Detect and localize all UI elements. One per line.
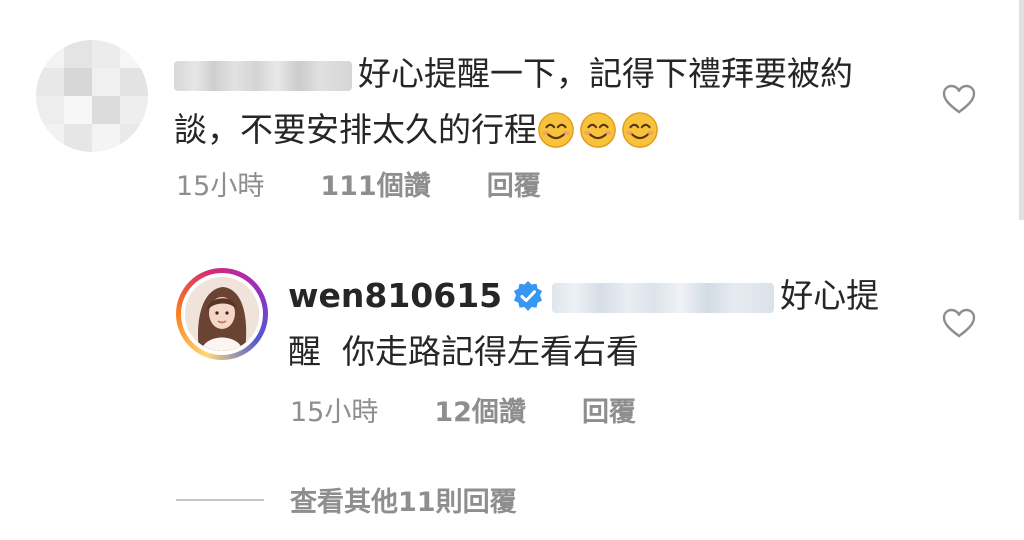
heart-outline-icon[interactable]	[942, 308, 976, 338]
reply-line-1: 好心提	[780, 276, 880, 315]
reply-timestamp: 15小時	[290, 397, 379, 428]
verified-badge-icon	[514, 281, 543, 311]
profile-photo	[185, 277, 259, 351]
smiling-face-emoji-icon	[622, 112, 658, 148]
comment-line-1: 好心提醒一下，記得下禮拜要被約	[358, 54, 853, 93]
mentioned-username-redacted[interactable]	[552, 282, 775, 313]
reply-button[interactable]: 回覆	[487, 171, 541, 202]
replier-avatar[interactable]	[176, 268, 268, 360]
divider-line	[176, 498, 264, 501]
comment-timestamp: 15小時	[176, 171, 265, 202]
reply-likes-count[interactable]: 12個讚	[434, 397, 526, 428]
comment-likes-count[interactable]: 111個讚	[320, 171, 430, 202]
commenter-username-redacted[interactable]	[174, 60, 352, 91]
view-more-label[interactable]: 查看其他11則回覆	[290, 480, 517, 519]
comment-meta: 15小時 111個讚 回覆	[176, 164, 541, 203]
reply-meta: 15小時 12個讚 回覆	[290, 390, 636, 429]
reply-body: wen810615 好心提 醒 你走路記得左看右看	[288, 268, 908, 380]
scrollbar[interactable]	[1019, 0, 1024, 220]
commenter-avatar[interactable]	[36, 40, 148, 152]
reply-line-2: 醒 你走路記得左看右看	[288, 332, 639, 371]
smiling-face-emoji-icon	[580, 112, 616, 148]
view-more-replies[interactable]: 查看其他11則回覆	[176, 480, 517, 519]
comment-body: 好心提醒一下，記得下禮拜要被約 談，不要安排太久的行程	[174, 46, 914, 158]
smiling-face-emoji-icon	[538, 112, 574, 148]
heart-outline-icon[interactable]	[942, 84, 976, 114]
comment-line-2: 談，不要安排太久的行程	[174, 110, 537, 149]
comment-thread: 好心提醒一下，記得下禮拜要被約 談，不要安排太久的行程 15小時 111個讚 回覆	[0, 0, 1024, 540]
replier-username[interactable]: wen810615	[288, 276, 502, 315]
reply-button[interactable]: 回覆	[582, 397, 636, 428]
